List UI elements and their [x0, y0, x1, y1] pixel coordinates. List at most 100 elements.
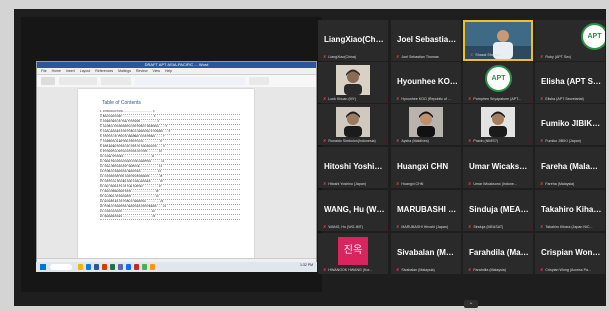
- styles-gallery[interactable]: [135, 77, 245, 85]
- participant-tile[interactable]: LiangXiao(China) ✘ LiangXiao(China): [318, 20, 388, 61]
- participant-tile[interactable]: Fumiko JIBIKI (J... ✘Fumiko JIBIKI (Japan…: [535, 104, 605, 145]
- editing-group[interactable]: [249, 77, 269, 85]
- participant-label-text: Sinduja (MEASAT): [473, 225, 504, 229]
- apt-logo-icon: APT: [581, 23, 605, 50]
- windows-taskbar: 1:32 PM: [36, 262, 317, 272]
- participant-tile[interactable]: APT ✘ Ruby (APT Sec): [535, 20, 605, 61]
- participant-label-text: HWANGOK HWANG (Kor...: [328, 268, 373, 272]
- participant-label-text: Ruby (APT Sec): [545, 55, 572, 59]
- participant-photo: [336, 107, 370, 137]
- participant-label-text: Huangxi CHN: [401, 182, 424, 186]
- ribbon-tab[interactable]: View: [153, 68, 161, 74]
- participant-tile[interactable]: Sivabalan (Mala... ✘ Sivabalan (Malaysia): [391, 233, 461, 274]
- participant-tile[interactable]: Crispian Wong (... ✘Crispian Wong (Access…: [535, 233, 605, 274]
- participant-label: ✘ Farahdila (Malaysia): [468, 267, 531, 272]
- participant-tile[interactable]: Hyounhee KOO... ✘ Hyounhee KOO (Republic o…: [391, 62, 461, 103]
- participant-label-text: Fumiko JIBIKI (Japan): [545, 139, 581, 143]
- paste-button[interactable]: [41, 77, 55, 85]
- participant-tile[interactable]: Takahiro Kihara... ✘ Takahiro Kihara (Japa…: [535, 190, 605, 231]
- participant-tile[interactable]: ✘ Pravin (NIMS?): [463, 104, 533, 145]
- ribbon-tab[interactable]: Help: [165, 68, 172, 74]
- mic-muted-icon: ✘: [540, 54, 544, 59]
- mic-muted-icon: ✘: [323, 96, 327, 101]
- mic-muted-icon: ✘: [468, 96, 472, 101]
- participant-tile[interactable]: Farahdila (Mala... ✘ Farahdila (Malaysia): [463, 233, 533, 274]
- font-group[interactable]: [59, 77, 97, 85]
- taskbar-search-box[interactable]: [50, 264, 72, 270]
- participant-tile[interactable]: Fareha (Malaysia) ✘ Fareha (Malaysia): [535, 147, 605, 188]
- app-icon[interactable]: [150, 264, 155, 270]
- participant-label-text: Farahdila (Malaysia): [473, 268, 506, 272]
- paragraph-group[interactable]: [101, 77, 131, 85]
- ribbon-tab[interactable]: References: [95, 68, 113, 74]
- participant-name: Sivabalan (Mala...: [397, 248, 458, 257]
- participant-photo: [409, 107, 443, 137]
- word-icon[interactable]: [94, 264, 99, 270]
- participant-label: ✘ MARUBASHI Hiroshi (Japan): [396, 224, 459, 229]
- participant-tile[interactable]: 진옥 ✘ HWANGOK HWANG (Kor...: [318, 233, 388, 274]
- ribbon-tabs: File Home Insert Layout References Maili…: [37, 68, 316, 75]
- participant-label: ✘ Joel Sebastian Thomas: [396, 54, 459, 59]
- participant-tile[interactable]: APT ✘ Pornphen Sriyapakorn (APT...: [463, 62, 533, 103]
- mic-muted-icon: ✘: [468, 224, 472, 229]
- participant-label: ✘ LiangXiao(China): [323, 54, 386, 59]
- document-canvas: Table of Contents 1. INTRODUCTION ......…: [37, 87, 316, 259]
- participant-name: Takahiro Kihara...: [541, 205, 602, 214]
- participant-tile[interactable]: Umar Wicakson... ✘ Umar Wicaksono (Indone.…: [463, 147, 533, 188]
- ribbon-tab[interactable]: Layout: [80, 68, 91, 74]
- participant-tile[interactable]: ✘ Shazal Shahrul: [463, 20, 533, 61]
- participant-tile[interactable]: ✘ Ronaldo Simbolon(Indonesia): [318, 104, 388, 145]
- participant-label-text: Hyounhee KOO (Republic of ...: [401, 97, 451, 101]
- participant-label-text: Joel Sebastian Thomas: [401, 55, 439, 59]
- participant-tile[interactable]: WANG, Hu (WG... ✘ WANG, Hu (WG-IMT): [318, 190, 388, 231]
- participant-label: ✘ Hyounhee KOO (Republic of ...: [396, 96, 459, 101]
- participant-tile[interactable]: Sinduja (MEASAT)✘Sinduja (MEASAT): [463, 190, 533, 231]
- participant-tile[interactable]: Hitoshi Yoshino... ✘ Hitoshi Yoshino (Japa…: [318, 147, 388, 188]
- chevron-down-icon[interactable]: ⌄: [464, 300, 478, 308]
- participant-label-text: Sivabalan (Malaysia): [401, 268, 435, 272]
- ribbon-tab[interactable]: File: [41, 68, 47, 74]
- edge-icon[interactable]: [86, 264, 91, 270]
- screen-share-panel: DRAFT APT ASIA-PACIFIC ... Word File Hom…: [21, 17, 322, 292]
- windows-start-icon[interactable]: [40, 264, 46, 270]
- app-icon[interactable]: [142, 264, 147, 270]
- toc-entry[interactable]: 22. REFERENCES .........................…: [100, 214, 240, 220]
- apt-logo-icon: APT: [485, 65, 512, 92]
- participant-tile[interactable]: ✘ Lock Khuan (MY): [318, 62, 388, 103]
- participant-name: Crispian Wong (...: [541, 248, 602, 257]
- participant-label: ✘ Ronaldo Simbolon(Indonesia): [323, 138, 386, 143]
- mic-muted-icon: ✘: [468, 181, 472, 186]
- participant-label: ✘ Sinduja (MEASAT): [468, 224, 531, 229]
- participant-tile[interactable]: Elisha (APT Secr... ✘Elisha (APT Secretar…: [535, 62, 605, 103]
- participant-label-text: LiangXiao(China): [328, 55, 357, 59]
- participant-tile[interactable]: MARUBASHI Hi... ✘ MARUBASHI Hiroshi (Japan…: [391, 190, 461, 231]
- participant-label-text: Hitoshi Yoshino (Japan): [328, 182, 367, 186]
- zoom-icon[interactable]: [126, 264, 131, 270]
- document-page[interactable]: Table of Contents 1. INTRODUCTION ......…: [78, 89, 254, 259]
- file-explorer-icon[interactable]: [78, 264, 83, 270]
- participant-name: LiangXiao(China): [324, 35, 385, 44]
- participant-tile[interactable]: ✘ Aysha (Maldives): [391, 104, 461, 145]
- participant-label-text: Elisha (APT Secretariat): [545, 97, 584, 101]
- avatar: 진옥: [338, 237, 368, 265]
- participant-label: ✘ Elisha (APT Secretariat): [540, 96, 603, 101]
- participant-label-text: Ronaldo Simbolon(Indonesia): [328, 139, 376, 143]
- ribbon-tab[interactable]: Review: [136, 68, 147, 74]
- ribbon-tab[interactable]: Insert: [66, 68, 75, 74]
- excel-icon[interactable]: [110, 264, 115, 270]
- participant-label-text: Umar Wicaksono (Indone...: [473, 182, 517, 186]
- mic-muted-icon: ✘: [396, 224, 400, 229]
- participant-label: ✘ Shazal Shahrul: [470, 52, 529, 57]
- powerpoint-icon[interactable]: [102, 264, 107, 270]
- participant-tile[interactable]: Huangxi CHN ✘ Huangxi CHN: [391, 147, 461, 188]
- teams-icon[interactable]: [118, 264, 123, 270]
- word-window: DRAFT APT ASIA-PACIFIC ... Word File Hom…: [36, 61, 317, 268]
- app-icon[interactable]: [134, 264, 139, 270]
- participant-name: Hitoshi Yoshino...: [324, 162, 385, 171]
- mic-muted-icon: ✘: [323, 54, 327, 59]
- ribbon-tab[interactable]: Home: [52, 68, 61, 74]
- participant-label: ✘ Ruby (APT Sec): [540, 54, 603, 59]
- ribbon-tab[interactable]: Mailings: [118, 68, 131, 74]
- participant-label-text: WANG, Hu (WG-IMT): [328, 225, 363, 229]
- participant-tile[interactable]: Joel Sebastian T... ✘Joel Sebastian Thoma…: [391, 20, 461, 61]
